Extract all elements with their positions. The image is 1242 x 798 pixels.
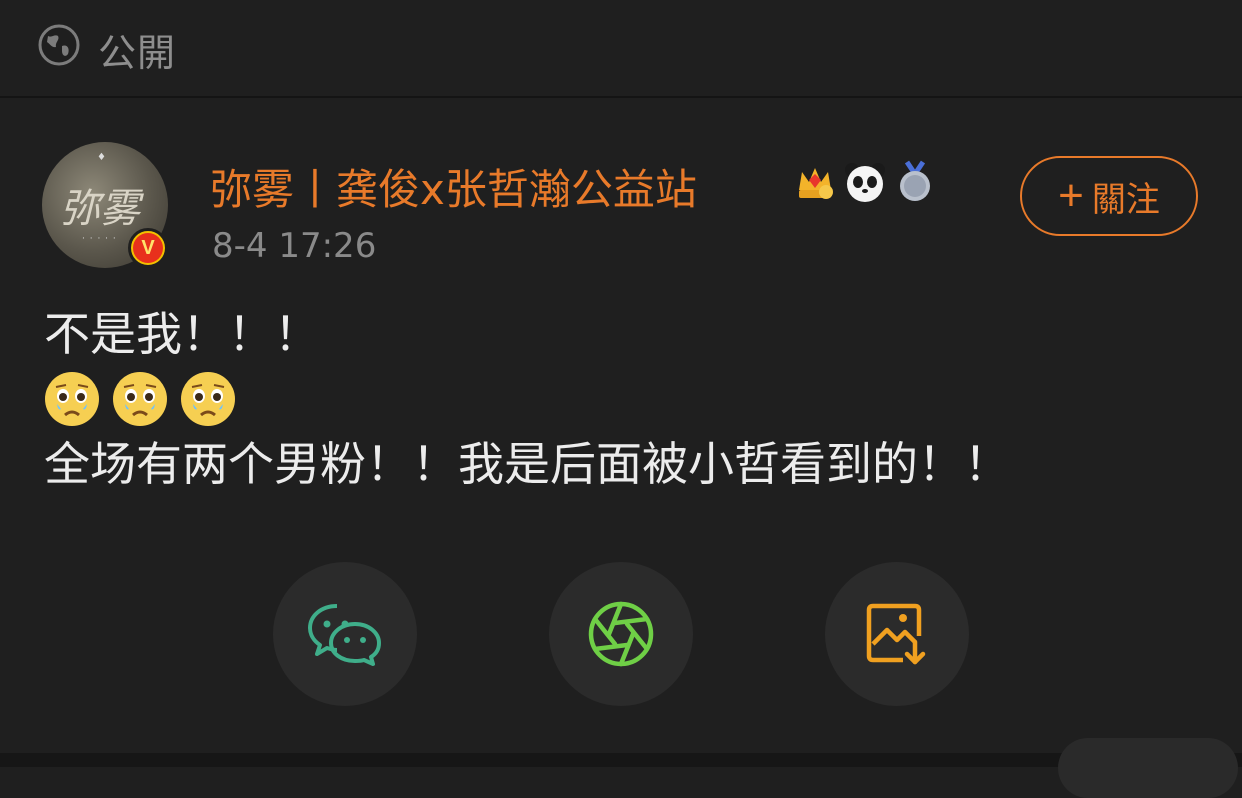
verified-badge: V [128, 228, 168, 268]
visibility-label: 公開 [98, 31, 177, 75]
username[interactable]: 弥雾丨龚俊x张哲瀚公益站 [210, 156, 697, 217]
bottom-divider [0, 753, 1242, 767]
crying-face-icon [45, 372, 99, 426]
crying-face-icon [113, 372, 167, 426]
crown-level-icon[interactable] [793, 160, 837, 204]
visibility-bar: 公開 [0, 0, 1242, 98]
medal-icon[interactable] [893, 160, 937, 204]
post-timestamp: 8-4 17:26 [212, 226, 377, 266]
avatar-mark: ♦ [97, 152, 106, 163]
user-badges [793, 160, 937, 204]
plus-icon: + [1058, 171, 1084, 220]
crying-face-icon [181, 372, 235, 426]
floating-handle[interactable] [1058, 738, 1238, 798]
save-image-icon [866, 603, 926, 665]
wechat-icon [308, 604, 381, 666]
panda-icon[interactable] [843, 160, 887, 204]
globe-icon [38, 24, 80, 66]
post-line-1: 不是我！！！ [44, 307, 320, 361]
moments-icon [588, 601, 654, 667]
post-line-2: 全场有两个男粉！！我是后面被小哲看到的！！ [44, 437, 1010, 491]
share-moments-button[interactable] [549, 562, 693, 706]
save-image-button[interactable] [825, 562, 969, 706]
avatar-text: 弥雾 [60, 186, 140, 232]
follow-button[interactable]: + 關注 [1020, 156, 1198, 236]
verified-icon: V [133, 233, 163, 263]
avatar-decoration: · · · · · [82, 234, 117, 244]
share-wechat-button[interactable] [273, 562, 417, 706]
follow-label: 關注 [1091, 180, 1160, 219]
post-body: 不是我！！！ 全场有两个男粉！！我是后面被小哲看到的！！ [44, 300, 1010, 498]
emoji-row [44, 368, 1010, 430]
